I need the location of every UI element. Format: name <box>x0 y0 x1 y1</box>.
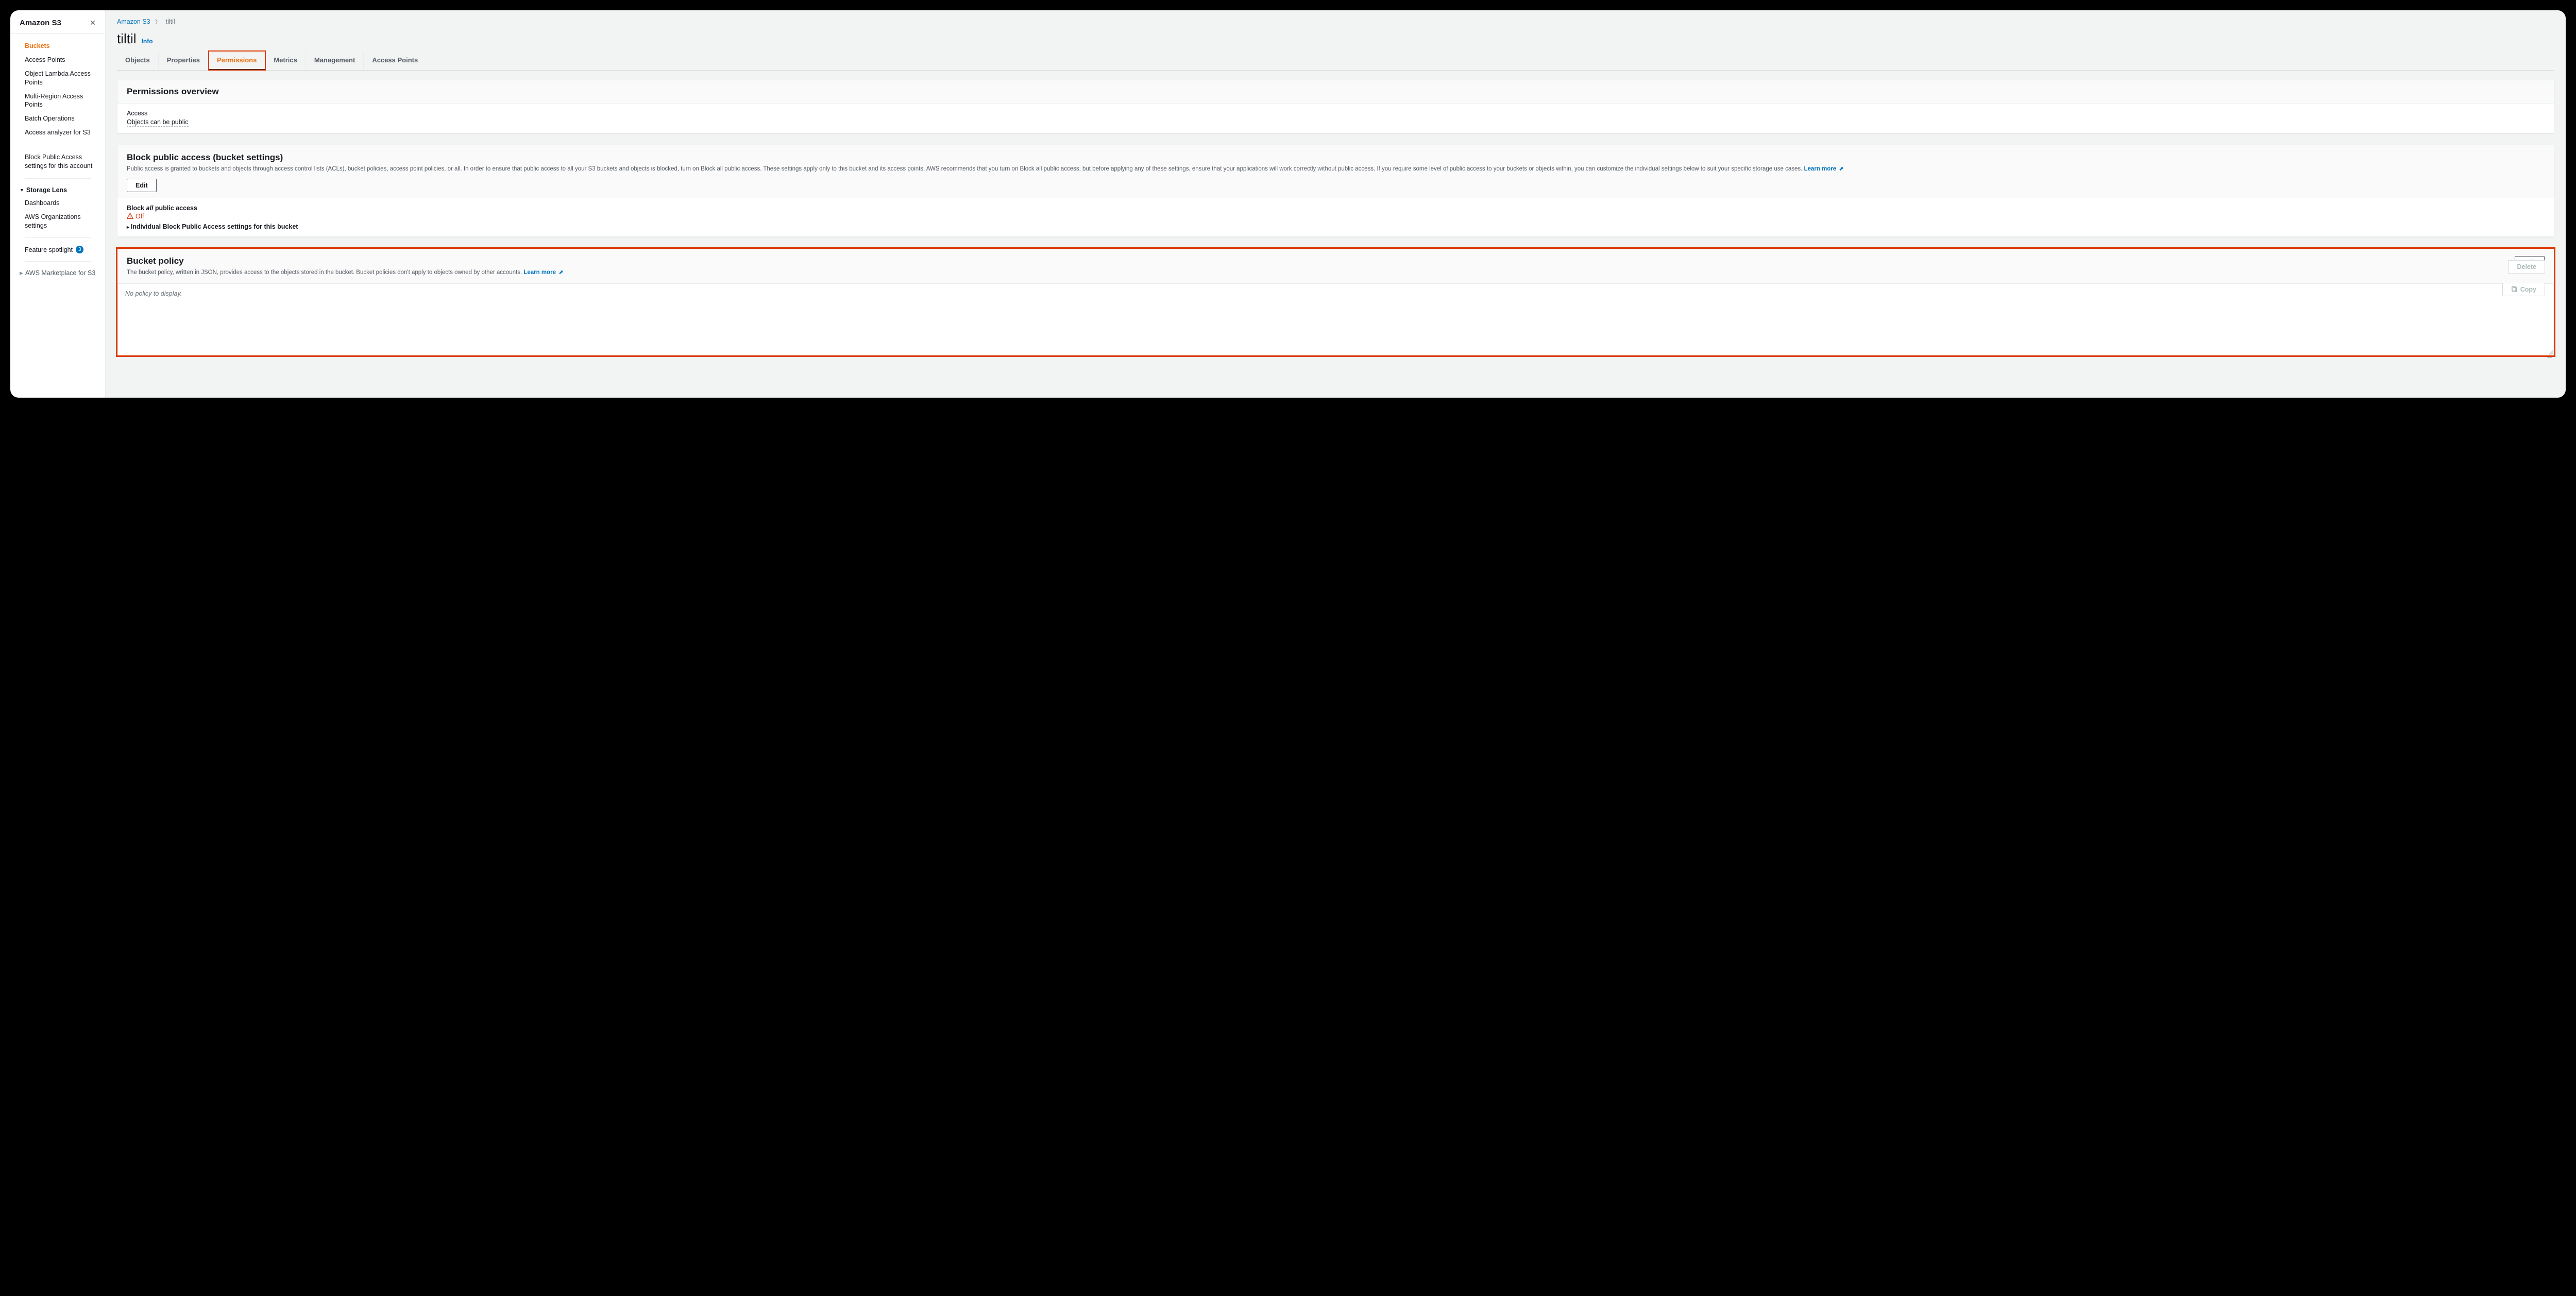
sidebar-item-multi-region[interactable]: Multi-Region Access Points <box>10 90 105 112</box>
panel-permissions-overview: Permissions overview Access Objects can … <box>117 80 2554 133</box>
tab-permissions[interactable]: Permissions <box>209 51 265 70</box>
bpa-description-text: Public access is granted to buckets and … <box>127 166 1802 172</box>
panel-block-public-access: Block public access (bucket settings) Pu… <box>117 145 2554 237</box>
block-prefix: Block <box>127 204 144 212</box>
divider <box>25 237 91 238</box>
tabs: Objects Properties Permissions Metrics M… <box>117 51 2554 71</box>
panel-title: Permissions overview <box>127 87 2545 97</box>
sidebar-item-block-public-account[interactable]: Block Public Access settings for this ac… <box>10 150 105 173</box>
window: Amazon S3 ✕ Buckets Access Points Object… <box>10 10 2566 398</box>
block-ital: all <box>146 204 154 212</box>
block-suffix: public access <box>155 204 197 212</box>
copy-label: Copy <box>2520 286 2536 293</box>
divider <box>25 178 91 179</box>
individual-settings-expander[interactable]: Individual Block Public Access settings … <box>127 223 2545 230</box>
sidebar-item-access-points[interactable]: Access Points <box>10 53 105 67</box>
caret-down-icon: ▼ <box>20 187 24 193</box>
copy-button: Copy <box>2502 283 2545 296</box>
access-label: Access <box>127 110 2545 117</box>
delete-button: Delete <box>2508 260 2545 274</box>
feature-spotlight-badge: 3 <box>76 246 83 253</box>
breadcrumb-current: tiltil <box>166 18 175 25</box>
sidebar-item-dashboards[interactable]: Dashboards <box>10 196 105 210</box>
warning-icon <box>127 213 133 219</box>
panel-body: Access Objects can be public <box>117 104 2554 133</box>
divider <box>25 261 91 262</box>
edit-button[interactable]: Edit <box>127 179 157 192</box>
marketplace-label: AWS Marketplace for S3 <box>25 269 95 277</box>
panel-body: Block all public access Off Individual B… <box>117 198 2554 236</box>
info-link[interactable]: Info <box>142 38 153 45</box>
sidebar-item-object-lambda[interactable]: Object Lambda Access Points <box>10 67 105 90</box>
tab-management[interactable]: Management <box>306 51 364 70</box>
chevron-right-icon: 〉 <box>155 19 161 25</box>
tab-objects[interactable]: Objects <box>117 51 159 70</box>
sidebar-item-batch-ops[interactable]: Batch Operations <box>10 112 105 126</box>
breadcrumb-root[interactable]: Amazon S3 <box>117 18 150 25</box>
panel-header: Permissions overview <box>117 80 2554 104</box>
panel-title: Block public access (bucket settings) <box>127 152 283 163</box>
learn-more-link[interactable]: Learn more <box>1804 166 1837 172</box>
access-value: Objects can be public <box>127 118 189 127</box>
feature-spotlight-label: Feature spotlight <box>25 246 73 253</box>
block-all-label: Block all public access <box>127 204 2545 212</box>
status-off: Off <box>127 213 2545 220</box>
page-heading: tiltil Info <box>117 31 2554 47</box>
status-text: Off <box>135 213 144 220</box>
sidebar: Amazon S3 ✕ Buckets Access Points Object… <box>10 10 106 398</box>
breadcrumb: Amazon S3 〉 tiltil <box>117 18 2554 26</box>
close-icon[interactable]: ✕ <box>90 19 96 27</box>
tab-access-points[interactable]: Access Points <box>364 51 426 70</box>
sidebar-item-feature-spotlight[interactable]: Feature spotlight 3 <box>10 243 105 256</box>
expander-summary[interactable]: Individual Block Public Access settings … <box>127 223 2545 230</box>
tab-properties[interactable]: Properties <box>159 51 209 70</box>
main-content: Amazon S3 〉 tiltil tiltil Info Objects P… <box>106 10 2566 398</box>
panel-description: Public access is granted to buckets and … <box>127 165 1844 174</box>
copy-icon <box>2511 286 2518 293</box>
sidebar-group-storage-lens[interactable]: ▼ Storage Lens <box>10 184 105 196</box>
sidebar-header: Amazon S3 ✕ <box>10 16 105 34</box>
panel-header: Block public access (bucket settings) Pu… <box>117 145 2554 198</box>
sidebar-group-label: Storage Lens <box>26 186 67 194</box>
tab-metrics[interactable]: Metrics <box>265 51 306 70</box>
sidebar-item-access-analyzer[interactable]: Access analyzer for S3 <box>10 126 105 140</box>
sidebar-item-buckets[interactable]: Buckets <box>10 39 105 53</box>
sidebar-item-org-settings[interactable]: AWS Organizations settings <box>10 210 105 233</box>
page-title: tiltil <box>117 31 137 47</box>
external-link-icon: ⬈ <box>1839 166 1843 172</box>
sidebar-title: Amazon S3 <box>20 19 61 27</box>
sidebar-item-marketplace[interactable]: ▶ AWS Marketplace for S3 <box>10 267 105 279</box>
caret-right-icon: ▶ <box>20 270 23 276</box>
